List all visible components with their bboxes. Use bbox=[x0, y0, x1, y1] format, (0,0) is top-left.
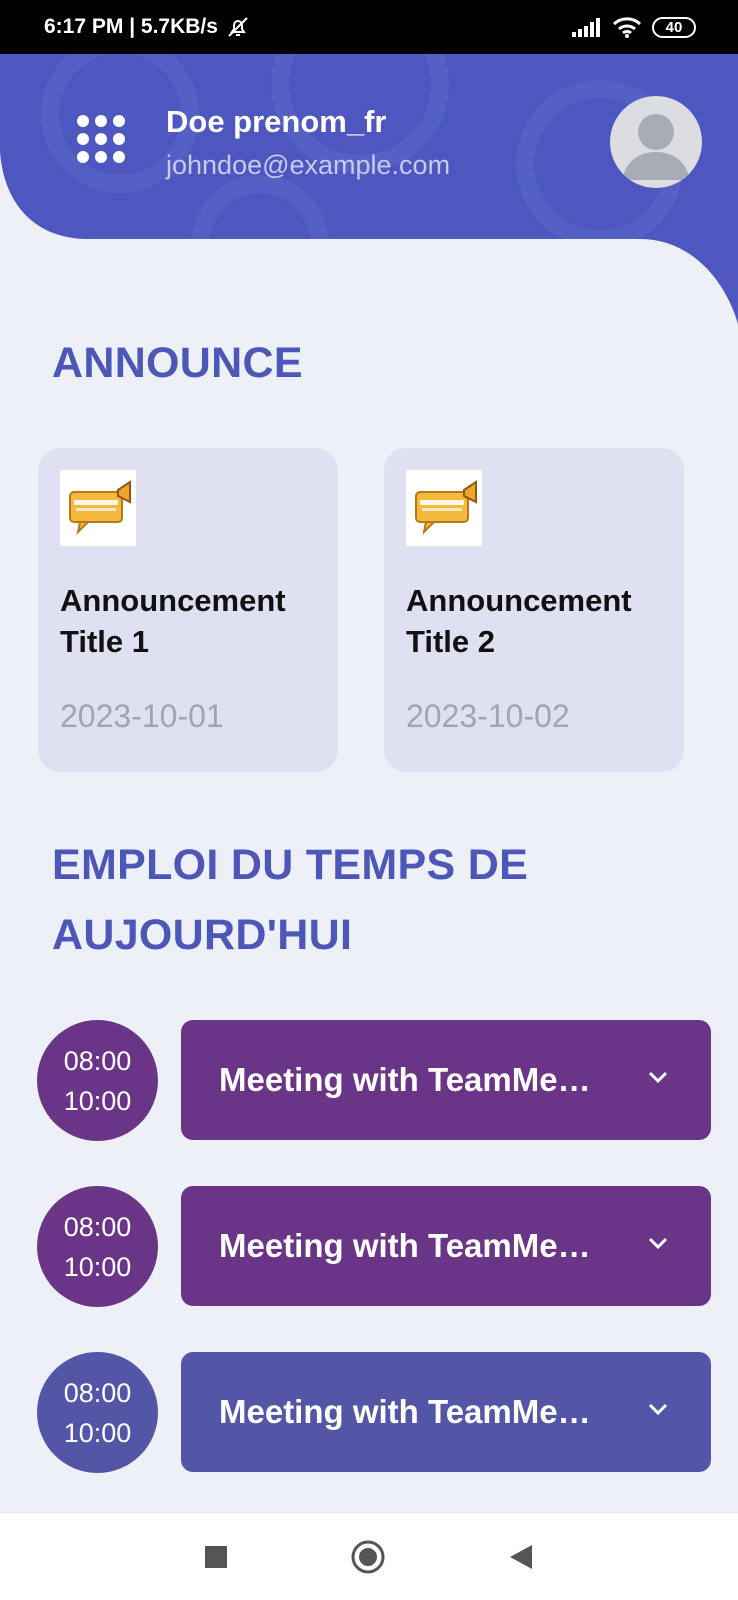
status-right: 40 bbox=[572, 16, 696, 38]
time-badge: 08:00 10:00 bbox=[37, 1020, 158, 1141]
status-time: 6:17 PM | 5.7KB/s bbox=[44, 15, 218, 38]
chevron-down-icon[interactable] bbox=[647, 1066, 669, 1088]
schedule-event[interactable]: Meeting with TeamMe… bbox=[181, 1020, 711, 1140]
grid-menu-icon[interactable] bbox=[74, 112, 128, 166]
start-time: 08:00 bbox=[63, 1211, 132, 1242]
home-circle-icon[interactable] bbox=[350, 1539, 386, 1575]
schedule-event[interactable]: Meeting with TeamMe… bbox=[181, 1352, 711, 1472]
user-email: johndoe@example.com bbox=[166, 150, 451, 180]
schedule-section-title-line2: AUJOURD'HUI bbox=[52, 911, 353, 959]
event-title: Meeting with TeamMe… bbox=[219, 1393, 591, 1430]
chevron-down-icon[interactable] bbox=[647, 1398, 669, 1420]
time-badge: 08:00 10:00 bbox=[37, 1186, 158, 1307]
announcement-date: 2023-10-01 bbox=[60, 698, 224, 734]
announcement-title: Announcement Title 1 bbox=[60, 583, 286, 659]
schedule-section-title-line1: EMPLOI DU TEMPS DE bbox=[52, 841, 529, 889]
start-time: 08:00 bbox=[63, 1045, 132, 1076]
system-nav-bar bbox=[0, 1512, 738, 1600]
announcement-card[interactable]: Announcement Title 2 2023-10-02 bbox=[384, 448, 684, 772]
profile-header: Doe prenom_fr johndoe@example.com bbox=[0, 54, 738, 344]
avatar-icon[interactable] bbox=[610, 96, 702, 188]
important-announcement-icon bbox=[60, 470, 136, 546]
recents-square-icon[interactable] bbox=[204, 1545, 228, 1569]
event-title: Meeting with TeamMe… bbox=[219, 1061, 591, 1098]
wifi-icon bbox=[612, 17, 642, 38]
announcement-card[interactable]: Announcement Title 1 2023-10-01 bbox=[38, 448, 338, 772]
announcement-date: 2023-10-02 bbox=[406, 698, 570, 734]
signal-icon bbox=[572, 18, 600, 37]
end-time: 10:00 bbox=[63, 1251, 132, 1282]
time-badge: 08:00 10:00 bbox=[37, 1352, 158, 1473]
battery-icon: 40 bbox=[652, 16, 696, 38]
announcement-title: Announcement Title 2 bbox=[406, 583, 632, 659]
status-bar: 6:17 PM | 5.7KB/s 40 bbox=[0, 0, 738, 54]
chevron-down-icon[interactable] bbox=[647, 1232, 669, 1254]
important-announcement-icon bbox=[406, 470, 482, 546]
back-triangle-icon[interactable] bbox=[508, 1543, 534, 1571]
event-title: Meeting with TeamMe… bbox=[219, 1227, 591, 1264]
end-time: 10:00 bbox=[63, 1417, 132, 1448]
end-time: 10:00 bbox=[63, 1085, 132, 1116]
start-time: 08:00 bbox=[63, 1377, 132, 1408]
schedule-event[interactable]: Meeting with TeamMe… bbox=[181, 1186, 711, 1306]
header-background bbox=[0, 54, 738, 324]
bell-off-icon bbox=[228, 17, 248, 37]
user-name: Doe prenom_fr bbox=[166, 104, 387, 139]
status-left: 6:17 PM | 5.7KB/s bbox=[44, 15, 250, 39]
